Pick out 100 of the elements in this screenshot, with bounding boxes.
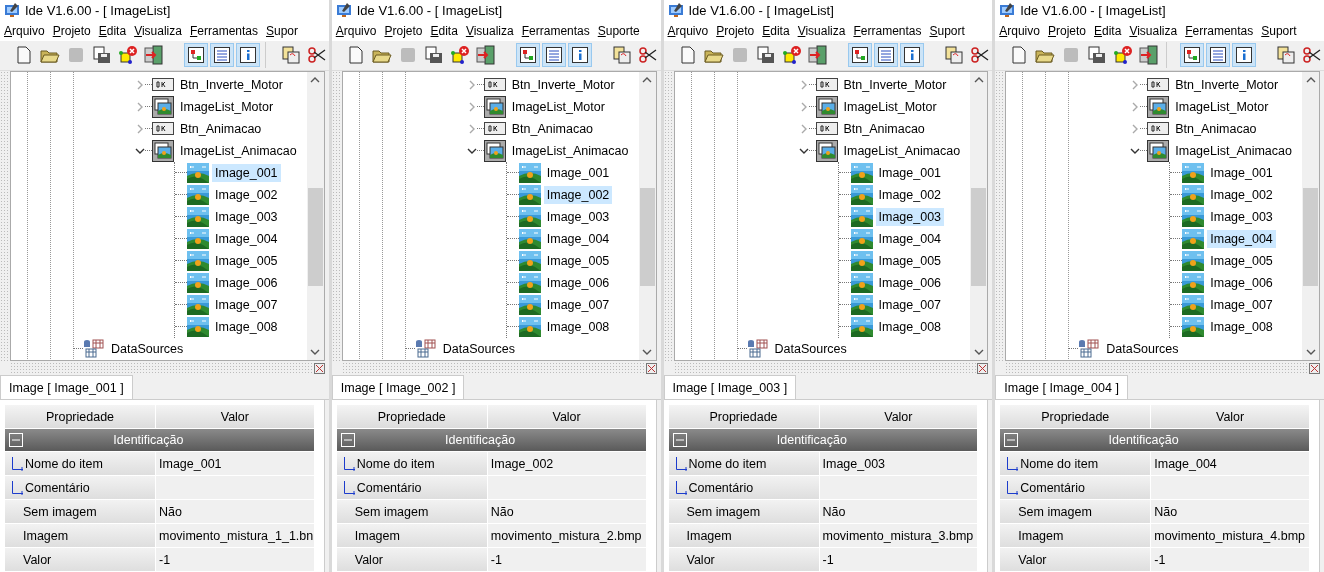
tree-item[interactable]: Image_002: [1207, 185, 1276, 204]
tree-item[interactable]: Image_005: [1207, 251, 1276, 270]
scrollbar-thumb[interactable]: [1303, 187, 1318, 286]
menu-item[interactable]: Arquivo: [995, 24, 1044, 38]
new-document-icon[interactable]: [1012, 46, 1027, 65]
menu-item[interactable]: Projeto: [380, 24, 427, 38]
tree-item[interactable]: ImageList_Motor: [508, 97, 608, 116]
scroll-down-icon[interactable]: [973, 347, 984, 356]
tree-item[interactable]: Btn_Animacao: [177, 119, 265, 138]
menu-item[interactable]: Edita: [1090, 24, 1126, 38]
tree-item[interactable]: Btn_Inverte_Motor: [177, 75, 286, 94]
tree-item[interactable]: Image_003: [875, 207, 945, 226]
close-icon[interactable]: [313, 362, 325, 374]
tree-item[interactable]: ImageList_Motor: [177, 97, 277, 116]
new-document-icon[interactable]: [680, 46, 695, 65]
close-icon[interactable]: [1309, 362, 1320, 374]
properties-tab[interactable]: Image [ Image_004 ]: [995, 375, 1128, 399]
new-document-icon[interactable]: [348, 46, 363, 65]
tree-item[interactable]: Image_002: [212, 185, 281, 204]
tree-item[interactable]: Btn_Inverte_Motor: [1172, 75, 1282, 94]
tree-item[interactable]: Image_004: [212, 229, 281, 248]
menu-item[interactable]: Suport: [1257, 24, 1301, 38]
tree-item[interactable]: Image_005: [875, 251, 945, 270]
menu-item[interactable]: Ferramentas: [185, 24, 262, 38]
menu-item[interactable]: Projeto: [48, 24, 95, 38]
tree-item[interactable]: ImageList_Animacao: [1172, 141, 1295, 160]
tree-item[interactable]: Image_001: [543, 163, 613, 182]
collapse-icon[interactable]: [340, 433, 355, 447]
scrollbar[interactable]: [306, 71, 324, 360]
tree-item[interactable]: Image_001: [1207, 163, 1276, 182]
scrollbar[interactable]: [1302, 71, 1319, 360]
tree-item[interactable]: Image_006: [1207, 273, 1276, 292]
menu-item[interactable]: Projeto: [712, 24, 759, 38]
tree-item[interactable]: Image_001: [212, 163, 281, 182]
tree-item[interactable]: Image_002: [875, 185, 945, 204]
menu-item[interactable]: Visualiza: [793, 24, 850, 38]
tree-item[interactable]: DataSources: [771, 339, 850, 358]
menu-item[interactable]: Edita: [94, 24, 131, 38]
menu-item[interactable]: Suporte: [593, 24, 644, 38]
tree-item[interactable]: ImageList_Motor: [1172, 97, 1272, 116]
close-icon[interactable]: [977, 362, 989, 374]
tree-item[interactable]: Image_007: [1207, 295, 1276, 314]
tree-item[interactable]: Image_007: [543, 295, 613, 314]
tree-item[interactable]: Image_003: [212, 207, 281, 226]
property-value[interactable]: movimento_mistura_1_1.bn: [156, 524, 314, 547]
property-value[interactable]: Image_001: [156, 452, 314, 475]
property-value[interactable]: Não: [487, 500, 646, 523]
menu-item[interactable]: Arquivo: [0, 24, 49, 38]
tree-item[interactable]: Image_004: [1207, 229, 1276, 248]
tree-item[interactable]: Image_004: [875, 229, 945, 248]
scroll-down-icon[interactable]: [310, 347, 321, 356]
tree-item[interactable]: Image_008: [543, 317, 613, 336]
tree-item[interactable]: Image_003: [1207, 207, 1276, 226]
properties-tab[interactable]: Image [ Image_002 ]: [331, 375, 465, 399]
tree-item[interactable]: Image_001: [875, 163, 945, 182]
tree-item[interactable]: Btn_Inverte_Motor: [508, 75, 618, 94]
properties-tab[interactable]: Image [ Image_001 ]: [0, 375, 133, 399]
tree-item[interactable]: Image_008: [212, 317, 281, 336]
tree-item[interactable]: Image_006: [875, 273, 945, 292]
tree-item[interactable]: Image_007: [212, 295, 281, 314]
scrollbar-thumb[interactable]: [307, 187, 323, 286]
property-value[interactable]: -1: [487, 548, 646, 571]
scrollbar-thumb[interactable]: [639, 187, 655, 286]
tree-item[interactable]: ImageList_Animacao: [508, 141, 632, 160]
tree-item[interactable]: Image_007: [875, 295, 945, 314]
collapse-icon[interactable]: [9, 433, 23, 447]
collapse-icon[interactable]: [1004, 433, 1019, 447]
new-document-icon[interactable]: [17, 46, 32, 65]
tree-item[interactable]: ImageList_Animacao: [177, 141, 300, 160]
tree-item[interactable]: DataSources: [439, 339, 518, 358]
scrollbar-thumb[interactable]: [971, 187, 987, 286]
tree-item[interactable]: Image_006: [543, 273, 613, 292]
menu-item[interactable]: Arquivo: [663, 24, 713, 38]
menu-item[interactable]: Ferramentas: [1181, 24, 1258, 38]
property-value[interactable]: Não: [819, 500, 978, 523]
scroll-up-icon[interactable]: [310, 75, 321, 84]
menu-item[interactable]: Suport: [925, 24, 969, 38]
tree-item[interactable]: Image_003: [543, 207, 613, 226]
property-value[interactable]: Image_004: [1151, 452, 1309, 475]
tree-item[interactable]: DataSources: [108, 339, 187, 358]
menu-item[interactable]: Visualiza: [461, 24, 518, 38]
menu-item[interactable]: Edita: [758, 24, 794, 38]
tree-item[interactable]: Image_004: [543, 229, 613, 248]
menu-item[interactable]: Supor: [262, 24, 303, 38]
property-value[interactable]: Image_003: [819, 452, 978, 475]
scroll-down-icon[interactable]: [642, 347, 652, 356]
property-value[interactable]: movimento_mistura_4.bmp: [1151, 524, 1309, 547]
scrollbar[interactable]: [970, 71, 988, 360]
collapse-icon[interactable]: [672, 433, 687, 447]
tree-item[interactable]: Image_008: [875, 317, 945, 336]
menu-item[interactable]: Ferramentas: [849, 24, 926, 38]
tree-item[interactable]: Image_005: [543, 251, 613, 270]
menu-item[interactable]: Ferramentas: [517, 24, 594, 38]
menu-item[interactable]: Edita: [426, 24, 462, 38]
property-value[interactable]: movimento_mistura_2.bmp: [487, 524, 646, 547]
menu-item[interactable]: Visualiza: [1125, 24, 1182, 38]
menu-item[interactable]: Projeto: [1043, 24, 1090, 38]
tree-item[interactable]: DataSources: [1103, 339, 1182, 358]
tree-item[interactable]: Image_002: [543, 185, 613, 204]
menu-item[interactable]: Visualiza: [130, 24, 186, 38]
